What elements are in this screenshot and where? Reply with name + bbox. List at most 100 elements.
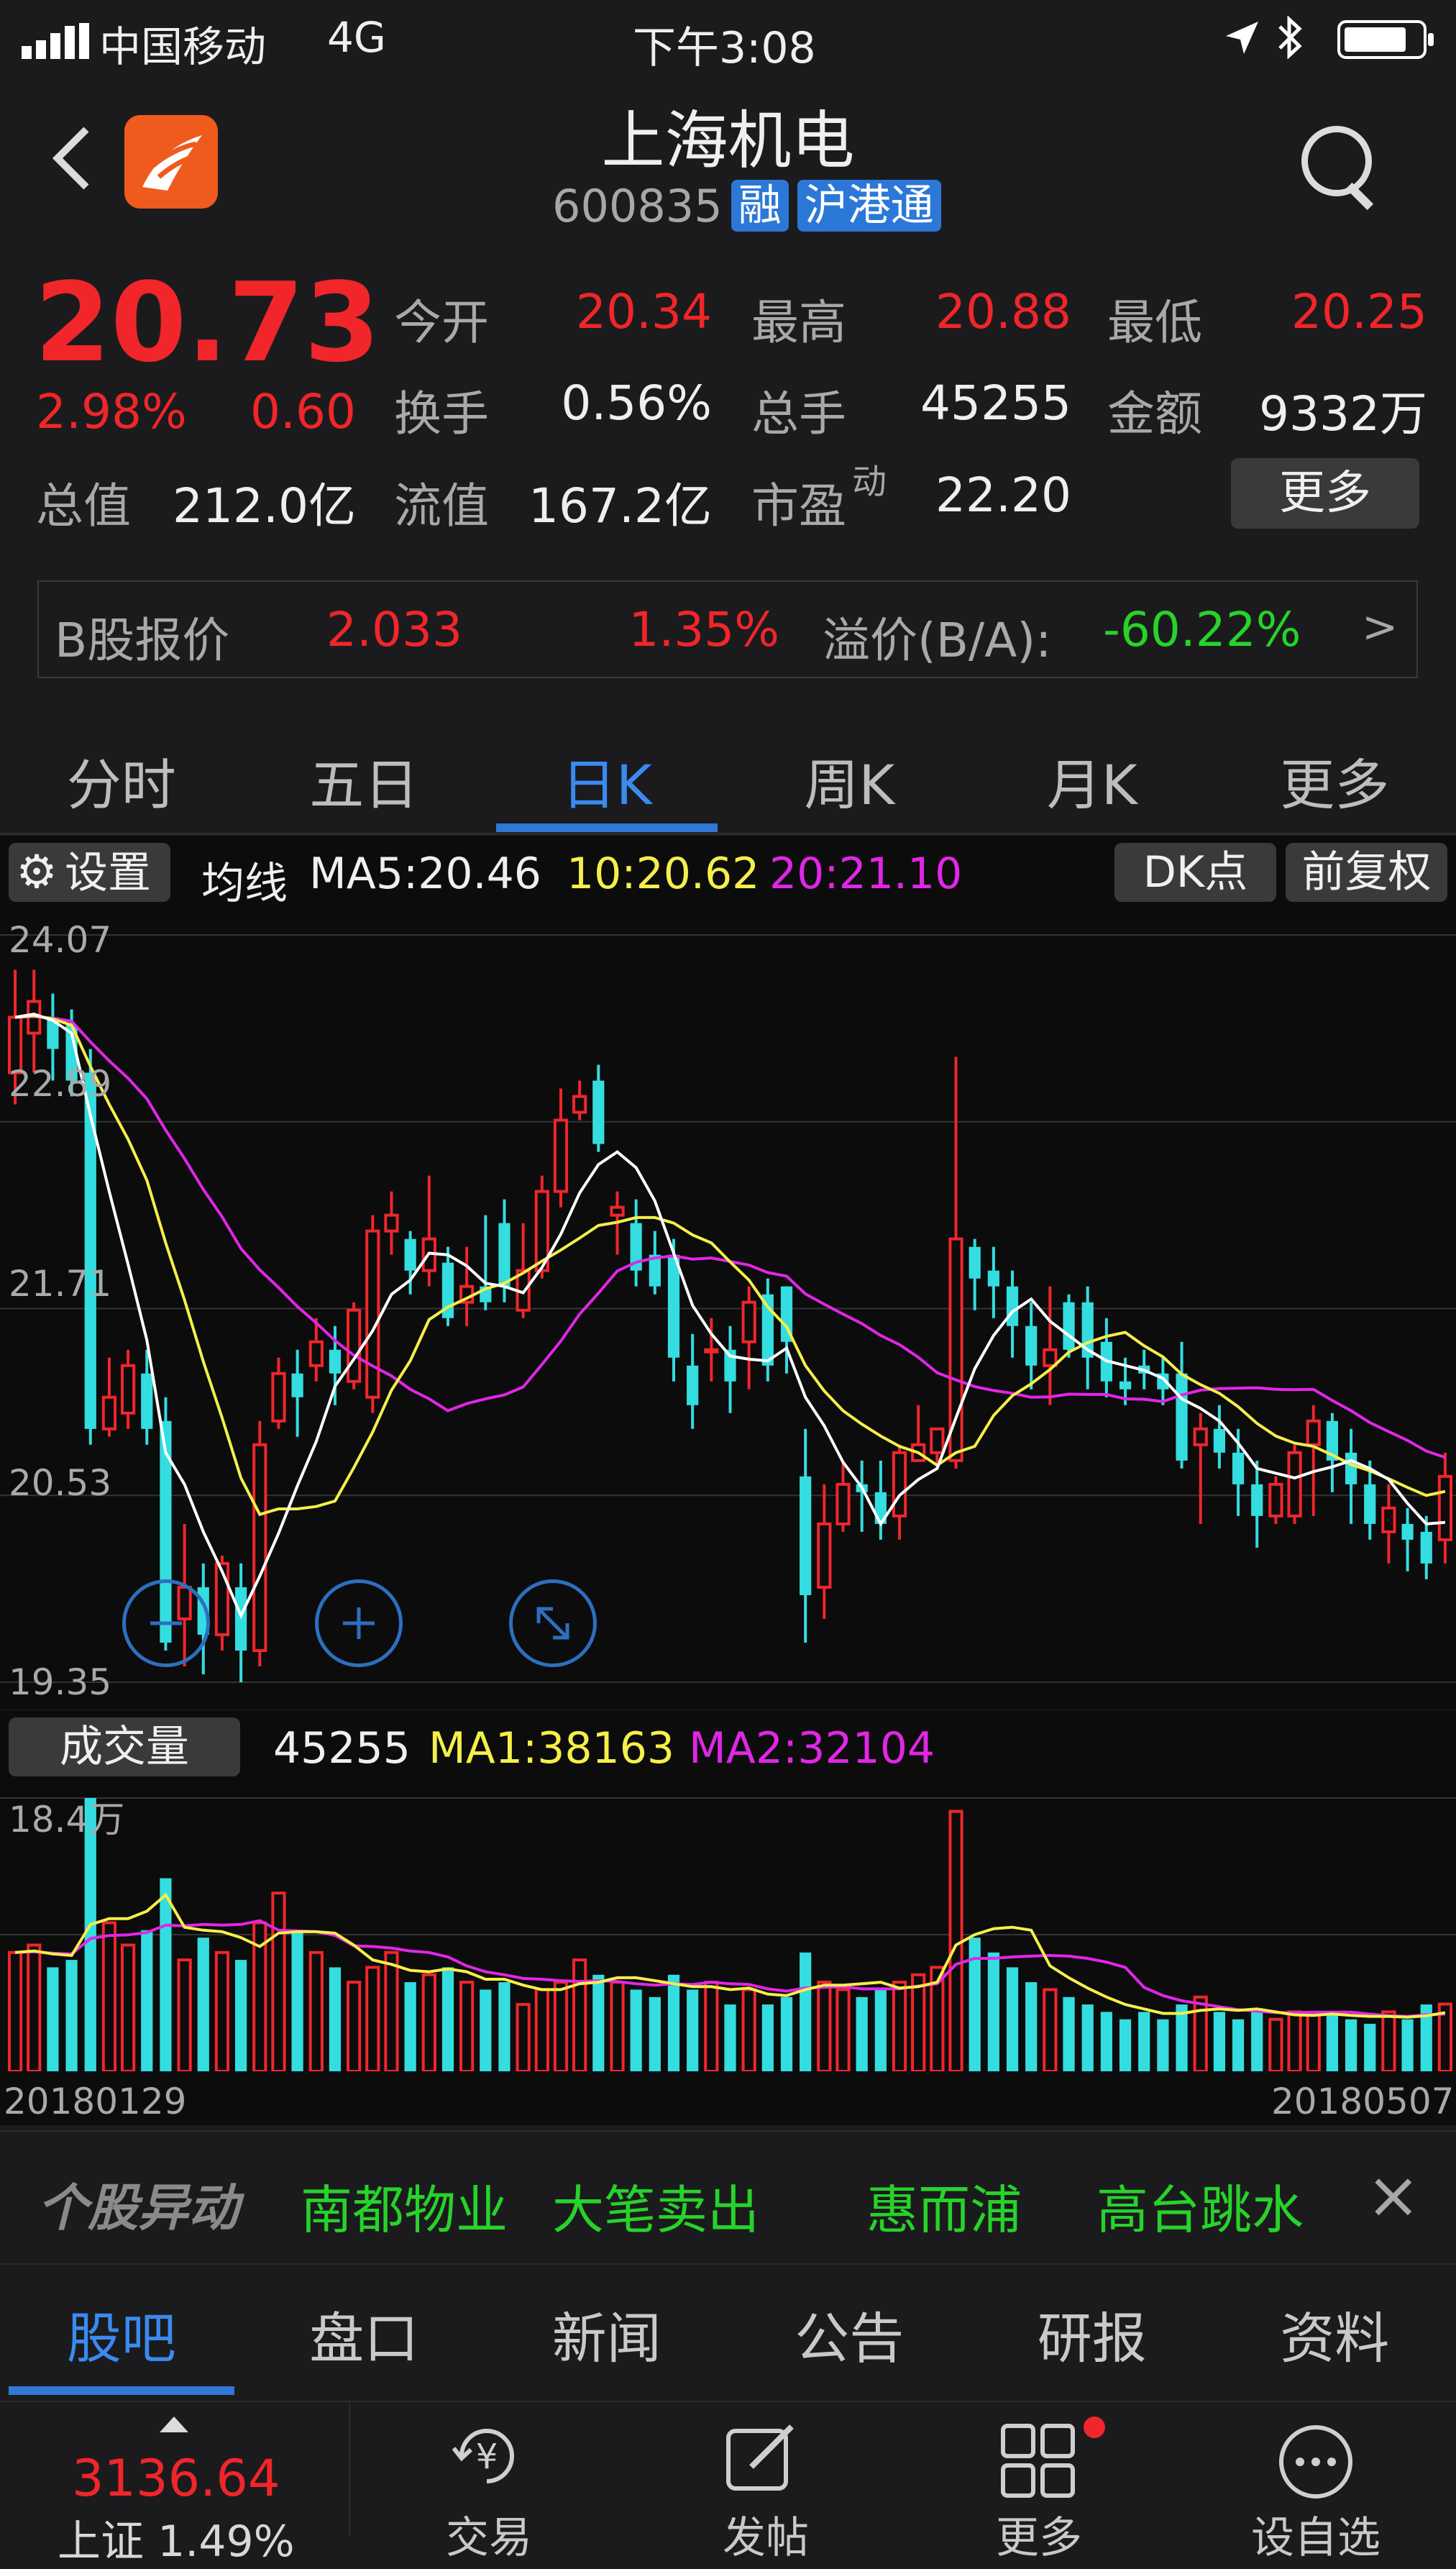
b-share-box[interactable]: B股报价 2.033 1.35% 溢价(B/A): -60.22% > (37, 580, 1418, 678)
candle-body (1439, 1477, 1451, 1540)
candle-body (1270, 1484, 1281, 1516)
tab-period-1[interactable]: 五日 (243, 741, 486, 820)
candle-body (1251, 1484, 1263, 1516)
ma-label: 均线 (201, 849, 288, 911)
volume-ma1-line (15, 1895, 1445, 2017)
index-widget[interactable]: 3136.64 上证 1.49% (0, 2402, 350, 2536)
candle-body (311, 1342, 322, 1366)
candle (235, 1564, 247, 1682)
candle (555, 1089, 567, 1208)
volume-bar (912, 1975, 924, 2071)
tab-period-5[interactable]: 更多 (1214, 741, 1456, 820)
volume-bar (104, 1922, 115, 2071)
volume-bar (1308, 2015, 1319, 2071)
tab-period-0[interactable]: 分时 (0, 741, 243, 820)
settings-button[interactable]: ⚙设置 (9, 843, 170, 902)
volume-bar (668, 1975, 679, 2071)
volume-bar (273, 1893, 284, 2071)
volume-bar (781, 1997, 792, 2071)
more-dots-icon (1276, 2422, 1355, 2501)
volume-chart[interactable] (0, 1776, 1456, 2071)
candle-body (668, 1255, 679, 1358)
candle (423, 1176, 435, 1287)
volume-bar (178, 1960, 190, 2071)
pe-label: 市盈 (751, 467, 846, 537)
volume-bar (1138, 2012, 1150, 2071)
zoom-in-button[interactable] (315, 1579, 403, 1667)
svg-text:¥: ¥ (476, 2437, 498, 2477)
candle (969, 1239, 981, 1310)
plus-icon (319, 1583, 399, 1664)
alert-event-2[interactable]: 高台跳水 (1096, 2168, 1304, 2243)
volume-max-label: 18.4万 (9, 1791, 124, 1843)
candle (1401, 1508, 1413, 1571)
candle-body (611, 1208, 623, 1215)
nav-more[interactable]: 更多 (953, 2417, 1125, 2536)
candle (85, 1049, 96, 1444)
period-tabs: 分时五日日K周K月K更多 (0, 726, 1456, 827)
tab-bottom-0[interactable]: 股吧 (0, 2294, 243, 2373)
tab-period-4[interactable]: 月K (971, 741, 1214, 820)
battery-icon (1337, 20, 1438, 70)
b-share-price: 2.033 (326, 602, 462, 657)
close-icon[interactable]: × (1366, 2158, 1420, 2233)
tab-bottom-2[interactable]: 新闻 (485, 2294, 728, 2373)
fullscreen-button[interactable] (509, 1579, 597, 1667)
ma10-line (15, 1016, 1445, 1514)
candle (1270, 1477, 1281, 1524)
index-value: 3136.64 (72, 2449, 280, 2508)
pe-value: 22.20 (892, 467, 1071, 523)
alert-stock-2[interactable]: 惠而浦 (866, 2168, 1022, 2243)
candle-body (818, 1524, 830, 1587)
volume-bar (311, 1953, 322, 2071)
candle (762, 1279, 774, 1382)
amount-label: 金额 (1107, 375, 1202, 444)
alert-event-1[interactable]: 大笔卖出 (552, 2168, 759, 2243)
price-tick-3: 20.53 (9, 1462, 111, 1504)
search-button[interactable] (1298, 122, 1384, 209)
candle-body (1007, 1287, 1018, 1326)
candlestick-chart[interactable] (0, 908, 1456, 1710)
more-quote-button[interactable]: 更多 (1231, 458, 1419, 529)
dk-point-button[interactable]: DK点 (1114, 843, 1276, 902)
volume-bar (1383, 2012, 1394, 2071)
nav-watchlist[interactable]: 设自选 (1230, 2417, 1402, 2536)
volume-bar (367, 1967, 378, 2071)
candle (687, 1334, 698, 1429)
volume-bar (1044, 1989, 1056, 2071)
price-tick-0: 24.07 (9, 919, 111, 961)
nav-trade[interactable]: ¥ 交易 (403, 2417, 575, 2536)
candle (348, 1302, 360, 1390)
active-tab-indicator (496, 823, 718, 832)
candle-body (969, 1247, 981, 1279)
candle (1063, 1295, 1074, 1358)
nav-post[interactable]: 发帖 (679, 2417, 852, 2536)
tab-bottom-1[interactable]: 盘口 (243, 2294, 486, 2373)
candle (1044, 1287, 1056, 1405)
edit-icon (723, 2422, 802, 2494)
candle (1176, 1342, 1187, 1469)
start-date-label: 20180129 (4, 2081, 187, 2122)
volume-bar (649, 1997, 661, 2071)
network-label: 4G (327, 13, 386, 62)
zoom-out-button[interactable] (122, 1579, 210, 1667)
candle-body (1288, 1453, 1300, 1516)
volume-indicator-button[interactable]: 成交量 (9, 1717, 240, 1776)
tab-bottom-4[interactable]: 研报 (971, 2294, 1214, 2373)
tab-bottom-5[interactable]: 资料 (1214, 2294, 1456, 2373)
tab-bottom-3[interactable]: 公告 (728, 2294, 971, 2373)
candle (367, 1215, 378, 1413)
volume-bar (894, 1982, 905, 2071)
candle (800, 1429, 811, 1643)
alert-stock-1[interactable]: 南都物业 (301, 2168, 508, 2243)
candle-body (1120, 1382, 1131, 1390)
bluetooth-icon (1276, 16, 1305, 69)
candle-body (743, 1302, 755, 1342)
change-percent: 2.98% (36, 384, 187, 439)
tab-period-3[interactable]: 周K (728, 741, 971, 820)
tab-period-2[interactable]: 日K (485, 741, 728, 820)
stock-code: 600835 (552, 180, 723, 232)
volume-bar (216, 1953, 228, 2071)
price-adjust-button[interactable]: 前复权 (1286, 843, 1447, 902)
volume-label: 总手 (751, 375, 846, 444)
